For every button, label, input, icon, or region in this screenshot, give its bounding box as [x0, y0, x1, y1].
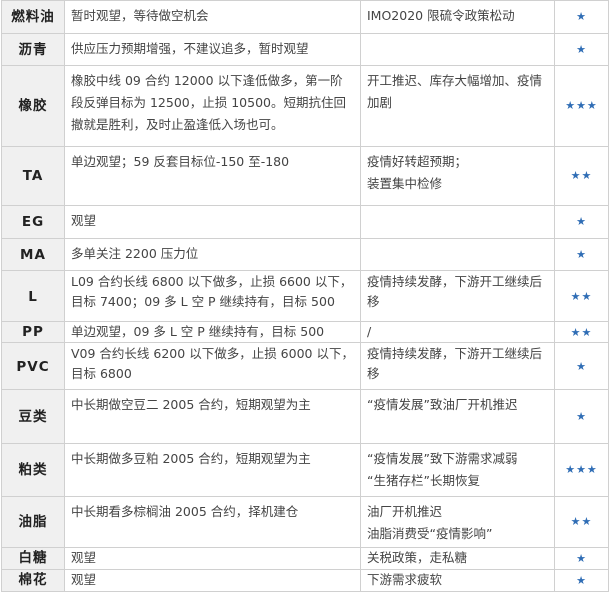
commodity-name: PVC — [1, 342, 65, 390]
strategy-view: 中长期做多豆粕 2005 合约，短期观望为主 — [64, 443, 361, 497]
table-row: L L09 合约长线 6800 以下做多，止损 6600 以下，目标 7400；… — [1, 270, 609, 322]
risk-factor — [360, 238, 555, 271]
risk-factor — [360, 205, 555, 239]
star-icon: ★★★ — [565, 99, 598, 112]
star-icon: ★ — [576, 359, 587, 373]
risk-factor: / — [360, 321, 555, 343]
commodity-name: MA — [1, 238, 65, 271]
rating-cell: ★★★ — [554, 65, 609, 147]
risk-factor: 下游需求疲软 — [360, 569, 555, 592]
commodity-name: 粕类 — [1, 443, 65, 497]
star-icon: ★★ — [570, 289, 593, 303]
strategy-view: 中长期做空豆二 2005 合约，短期观望为主 — [64, 389, 361, 444]
risk-factor — [360, 33, 555, 66]
table-row: 油脂 中长期看多棕榈油 2005 合约，择机建仓 油厂开机推迟 油脂消费受“疫情… — [1, 496, 609, 548]
rating-cell: ★★ — [554, 321, 609, 343]
rating-cell: ★ — [554, 205, 609, 239]
strategy-table: 燃料油 暂时观望，等待做空机会 IMO2020 限硫令政策松动 ★ 沥青 供应压… — [1, 0, 609, 592]
table-row: MA 多单关注 2200 压力位 ★ — [1, 238, 609, 271]
star-icon: ★ — [576, 247, 587, 261]
strategy-view: V09 合约长线 6200 以下做多，止损 6000 以下，目标 6800 — [64, 342, 361, 390]
rating-cell: ★ — [554, 238, 609, 271]
strategy-view: 单边观望；59 反套目标位-150 至-180 — [64, 146, 361, 206]
star-icon: ★ — [576, 215, 587, 228]
commodity-name: L — [1, 270, 65, 322]
table-row: PP 单边观望，09 多 L 空 P 继续持有，目标 500 / ★★ — [1, 321, 609, 343]
star-icon: ★★★ — [565, 463, 598, 476]
risk-factor: 疫情好转超预期； 装置集中检修 — [360, 146, 555, 206]
rating-cell: ★ — [554, 547, 609, 570]
commodity-name: TA — [1, 146, 65, 206]
strategy-view: 观望 — [64, 547, 361, 570]
risk-factor: “疫情发展”致油厂开机推迟 — [360, 389, 555, 444]
rating-cell: ★★ — [554, 146, 609, 206]
strategy-view: 单边观望，09 多 L 空 P 继续持有，目标 500 — [64, 321, 361, 343]
rating-cell: ★★ — [554, 496, 609, 548]
table-row: 沥青 供应压力预期增强，不建议追多，暂时观望 ★ — [1, 33, 609, 66]
commodity-name: 油脂 — [1, 496, 65, 548]
commodity-name: PP — [1, 321, 65, 343]
commodity-name: 橡胶 — [1, 65, 65, 147]
star-icon: ★ — [576, 10, 587, 23]
strategy-view: 观望 — [64, 569, 361, 592]
table-row: TA 单边观望；59 反套目标位-150 至-180 疫情好转超预期； 装置集中… — [1, 146, 609, 206]
table-row: PVC V09 合约长线 6200 以下做多，止损 6000 以下，目标 680… — [1, 342, 609, 390]
risk-factor: IMO2020 限硫令政策松动 — [360, 0, 555, 34]
risk-factor: 开工推迟、库存大幅增加、疫情加剧 — [360, 65, 555, 147]
star-icon: ★ — [576, 552, 587, 565]
strategy-view: L09 合约长线 6800 以下做多，止损 6600 以下，目标 7400；09… — [64, 270, 361, 322]
star-icon: ★★ — [570, 169, 593, 182]
commodity-name: 沥青 — [1, 33, 65, 66]
table-row: 燃料油 暂时观望，等待做空机会 IMO2020 限硫令政策松动 ★ — [1, 0, 609, 34]
strategy-view: 多单关注 2200 压力位 — [64, 238, 361, 271]
commodity-name: 豆类 — [1, 389, 65, 444]
risk-factor: 疫情持续发酵，下游开工继续后移 — [360, 342, 555, 390]
star-icon: ★★ — [570, 515, 593, 528]
rating-cell: ★ — [554, 342, 609, 390]
risk-factor: 关税政策，走私糖 — [360, 547, 555, 570]
star-icon: ★★ — [570, 325, 593, 339]
table-row: 豆类 中长期做空豆二 2005 合约，短期观望为主 “疫情发展”致油厂开机推迟 … — [1, 389, 609, 444]
rating-cell: ★ — [554, 569, 609, 592]
strategy-view: 暂时观望，等待做空机会 — [64, 0, 361, 34]
commodity-name: EG — [1, 205, 65, 239]
risk-factor: “疫情发展”致下游需求减弱 “生猪存栏”长期恢复 — [360, 443, 555, 497]
strategy-view: 中长期看多棕榈油 2005 合约，择机建仓 — [64, 496, 361, 548]
star-icon: ★ — [576, 574, 587, 587]
commodity-name: 白糖 — [1, 547, 65, 570]
strategy-view: 供应压力预期增强，不建议追多，暂时观望 — [64, 33, 361, 66]
rating-cell: ★★ — [554, 270, 609, 322]
strategy-view: 橡胶中线 09 合约 12000 以下逢低做多，第一阶段反弹目标为 12500，… — [64, 65, 361, 147]
rating-cell: ★ — [554, 33, 609, 66]
risk-factor: 油厂开机推迟 油脂消费受“疫情影响” — [360, 496, 555, 548]
table-row: 白糖 观望 关税政策，走私糖 ★ — [1, 547, 609, 570]
table-row: 粕类 中长期做多豆粕 2005 合约，短期观望为主 “疫情发展”致下游需求减弱 … — [1, 443, 609, 497]
table-row: 橡胶 橡胶中线 09 合约 12000 以下逢低做多，第一阶段反弹目标为 125… — [1, 65, 609, 147]
commodity-name: 燃料油 — [1, 0, 65, 34]
rating-cell: ★★★ — [554, 443, 609, 497]
table-row: EG 观望 ★ — [1, 205, 609, 239]
risk-factor: 疫情持续发酵，下游开工继续后移 — [360, 270, 555, 322]
table-row: 棉花 观望 下游需求疲软 ★ — [1, 569, 609, 592]
rating-cell: ★ — [554, 0, 609, 34]
strategy-view: 观望 — [64, 205, 361, 239]
rating-cell: ★ — [554, 389, 609, 444]
star-icon: ★ — [576, 409, 587, 423]
commodity-name: 棉花 — [1, 569, 65, 592]
star-icon: ★ — [576, 42, 587, 56]
